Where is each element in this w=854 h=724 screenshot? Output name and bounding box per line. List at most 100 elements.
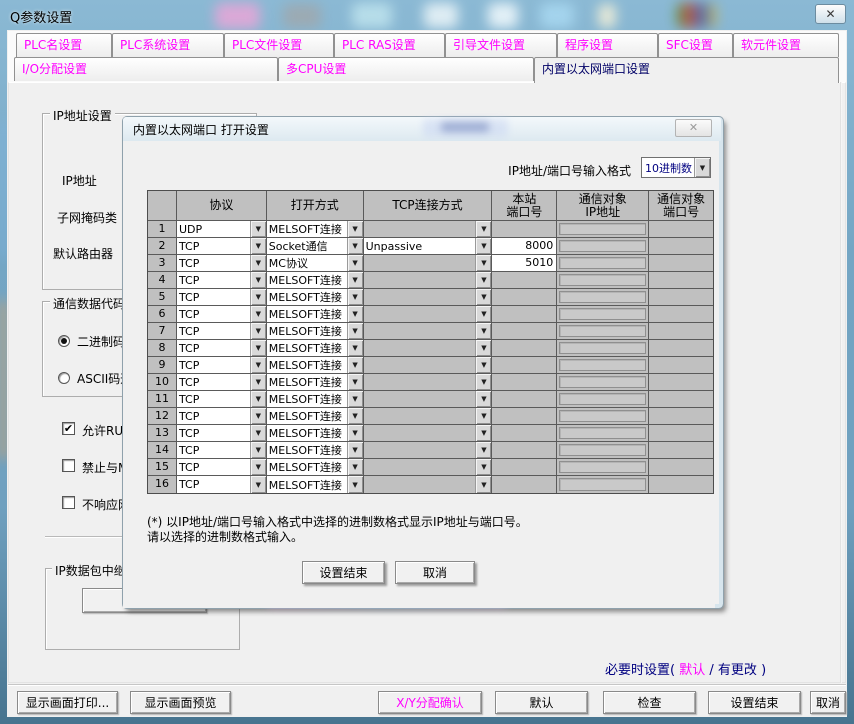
- window-titlebar[interactable]: Q参数设置 ✕: [0, 0, 854, 30]
- open-method-dropdown[interactable]: MELSOFT连接 ▼: [267, 459, 364, 476]
- protocol-dropdown[interactable]: TCP ▼: [177, 340, 267, 357]
- protocol-dropdown[interactable]: TCP ▼: [177, 425, 267, 442]
- protocol-dropdown[interactable]: TCP ▼: [177, 323, 267, 340]
- open-method-dropdown[interactable]: Socket通信 ▼: [267, 238, 364, 255]
- open-method-dropdown[interactable]: MELSOFT连接 ▼: [267, 374, 364, 391]
- default-button[interactable]: 默认: [495, 691, 588, 714]
- chevron-down-icon[interactable]: ▼: [250, 408, 266, 424]
- protocol-dropdown[interactable]: TCP ▼: [177, 238, 267, 255]
- protocol-dropdown[interactable]: TCP ▼: [177, 459, 267, 476]
- chevron-down-icon[interactable]: ▼: [475, 255, 491, 271]
- tab-boot-file[interactable]: 引导文件设置: [445, 33, 557, 57]
- tcp-mode-dropdown[interactable]: ▼: [364, 357, 493, 374]
- chevron-down-icon[interactable]: ▼: [475, 442, 491, 458]
- chevron-down-icon[interactable]: ▼: [250, 272, 266, 288]
- tcp-mode-dropdown[interactable]: ▼: [364, 289, 493, 306]
- chevron-down-icon[interactable]: ▼: [347, 374, 363, 390]
- open-method-dropdown[interactable]: MELSOFT连接 ▼: [267, 272, 364, 289]
- chevron-down-icon[interactable]: ▼: [347, 272, 363, 288]
- chevron-down-icon[interactable]: ▼: [475, 272, 491, 288]
- protocol-dropdown[interactable]: TCP ▼: [177, 442, 267, 459]
- chevron-down-icon[interactable]: ▼: [347, 357, 363, 373]
- protocol-dropdown[interactable]: TCP ▼: [177, 289, 267, 306]
- tab-builtin-ethernet[interactable]: 内置以太网端口设置: [534, 57, 839, 83]
- tab-plc-ras[interactable]: PLC RAS设置: [334, 33, 445, 57]
- finish-setup-button[interactable]: 设置结束: [708, 691, 801, 714]
- tab-sfc[interactable]: SFC设置: [658, 33, 733, 57]
- chevron-down-icon[interactable]: ▼: [475, 476, 491, 493]
- tab-multi-cpu[interactable]: 多CPU设置: [278, 57, 534, 81]
- open-method-dropdown[interactable]: MELSOFT连接 ▼: [267, 340, 364, 357]
- protocol-dropdown[interactable]: TCP ▼: [177, 357, 267, 374]
- chevron-down-icon[interactable]: ▼: [475, 408, 491, 424]
- chevron-down-icon[interactable]: ▼: [475, 238, 491, 254]
- tcp-mode-dropdown[interactable]: ▼: [364, 221, 493, 238]
- chevron-down-icon[interactable]: ▼: [250, 306, 266, 322]
- chevron-down-icon[interactable]: ▼: [347, 238, 363, 254]
- changed-link[interactable]: 有更改: [718, 663, 757, 678]
- tcp-mode-dropdown[interactable]: ▼: [364, 374, 493, 391]
- tcp-mode-dropdown[interactable]: ▼: [364, 442, 493, 459]
- binary-radio[interactable]: [58, 335, 70, 347]
- tcp-mode-dropdown[interactable]: Unpassive ▼: [364, 238, 493, 255]
- open-method-dropdown[interactable]: MELSOFT连接 ▼: [267, 476, 364, 493]
- tcp-mode-dropdown[interactable]: ▼: [364, 255, 493, 272]
- open-method-dropdown[interactable]: MELSOFT连接 ▼: [267, 306, 364, 323]
- window-close-button[interactable]: ✕: [815, 4, 846, 24]
- chevron-down-icon[interactable]: ▼: [347, 459, 363, 475]
- open-method-dropdown[interactable]: MELSOFT连接 ▼: [267, 323, 364, 340]
- cancel-button[interactable]: 取消: [810, 691, 846, 714]
- tcp-mode-dropdown[interactable]: ▼: [364, 340, 493, 357]
- forbid-checkbox[interactable]: [62, 459, 75, 472]
- chevron-down-icon[interactable]: ▼: [250, 391, 266, 407]
- chevron-down-icon[interactable]: ▼: [475, 289, 491, 305]
- tab-plc-file[interactable]: PLC文件设置: [224, 33, 334, 57]
- protocol-dropdown[interactable]: TCP ▼: [177, 391, 267, 408]
- chevron-down-icon[interactable]: ▼: [347, 306, 363, 322]
- chevron-down-icon[interactable]: ▼: [347, 391, 363, 407]
- tcp-mode-dropdown[interactable]: ▼: [364, 408, 493, 425]
- chevron-down-icon[interactable]: ▼: [475, 323, 491, 339]
- host-port-cell[interactable]: 8000: [492, 238, 557, 255]
- screen-print-button[interactable]: 显示画面打印...: [17, 691, 118, 714]
- chevron-down-icon[interactable]: ▼: [347, 425, 363, 441]
- chevron-down-icon[interactable]: ▼: [250, 255, 266, 271]
- open-method-dropdown[interactable]: MELSOFT连接 ▼: [267, 221, 364, 238]
- tcp-mode-dropdown[interactable]: ▼: [364, 391, 493, 408]
- chevron-down-icon[interactable]: ▼: [475, 340, 491, 356]
- chevron-down-icon[interactable]: ▼: [250, 476, 266, 493]
- protocol-dropdown[interactable]: TCP ▼: [177, 374, 267, 391]
- chevron-down-icon[interactable]: ▼: [694, 158, 710, 177]
- dialog-titlebar[interactable]: 内置以太网端口 打开设置 ✕: [123, 117, 721, 141]
- tcp-mode-dropdown[interactable]: ▼: [364, 459, 493, 476]
- screen-preview-button[interactable]: 显示画面预览: [130, 691, 231, 714]
- chevron-down-icon[interactable]: ▼: [250, 221, 266, 237]
- ascii-radio[interactable]: [58, 372, 70, 384]
- tcp-mode-dropdown[interactable]: ▼: [364, 272, 493, 289]
- chevron-down-icon[interactable]: ▼: [347, 340, 363, 356]
- chevron-down-icon[interactable]: ▼: [475, 391, 491, 407]
- protocol-dropdown[interactable]: TCP ▼: [177, 272, 267, 289]
- chevron-down-icon[interactable]: ▼: [250, 323, 266, 339]
- tab-plc-system[interactable]: PLC系统设置: [112, 33, 224, 57]
- protocol-dropdown[interactable]: TCP ▼: [177, 476, 267, 493]
- tab-program[interactable]: 程序设置: [557, 33, 658, 57]
- tab-device[interactable]: 软元件设置: [733, 33, 839, 57]
- chevron-down-icon[interactable]: ▼: [347, 289, 363, 305]
- check-button[interactable]: 检查: [603, 691, 696, 714]
- tcp-mode-dropdown[interactable]: ▼: [364, 476, 493, 493]
- protocol-dropdown[interactable]: UDP ▼: [177, 221, 267, 238]
- chevron-down-icon[interactable]: ▼: [250, 459, 266, 475]
- chevron-down-icon[interactable]: ▼: [347, 323, 363, 339]
- open-method-dropdown[interactable]: MELSOFT连接 ▼: [267, 425, 364, 442]
- chevron-down-icon[interactable]: ▼: [250, 289, 266, 305]
- format-dropdown[interactable]: 10进制数 ▼: [641, 157, 711, 178]
- tcp-mode-dropdown[interactable]: ▼: [364, 425, 493, 442]
- protocol-dropdown[interactable]: TCP ▼: [177, 306, 267, 323]
- default-link[interactable]: 默认: [679, 663, 705, 678]
- chevron-down-icon[interactable]: ▼: [475, 357, 491, 373]
- open-method-dropdown[interactable]: MELSOFT连接 ▼: [267, 391, 364, 408]
- open-method-dropdown[interactable]: MELSOFT连接 ▼: [267, 357, 364, 374]
- chevron-down-icon[interactable]: ▼: [250, 425, 266, 441]
- open-method-dropdown[interactable]: MELSOFT连接 ▼: [267, 442, 364, 459]
